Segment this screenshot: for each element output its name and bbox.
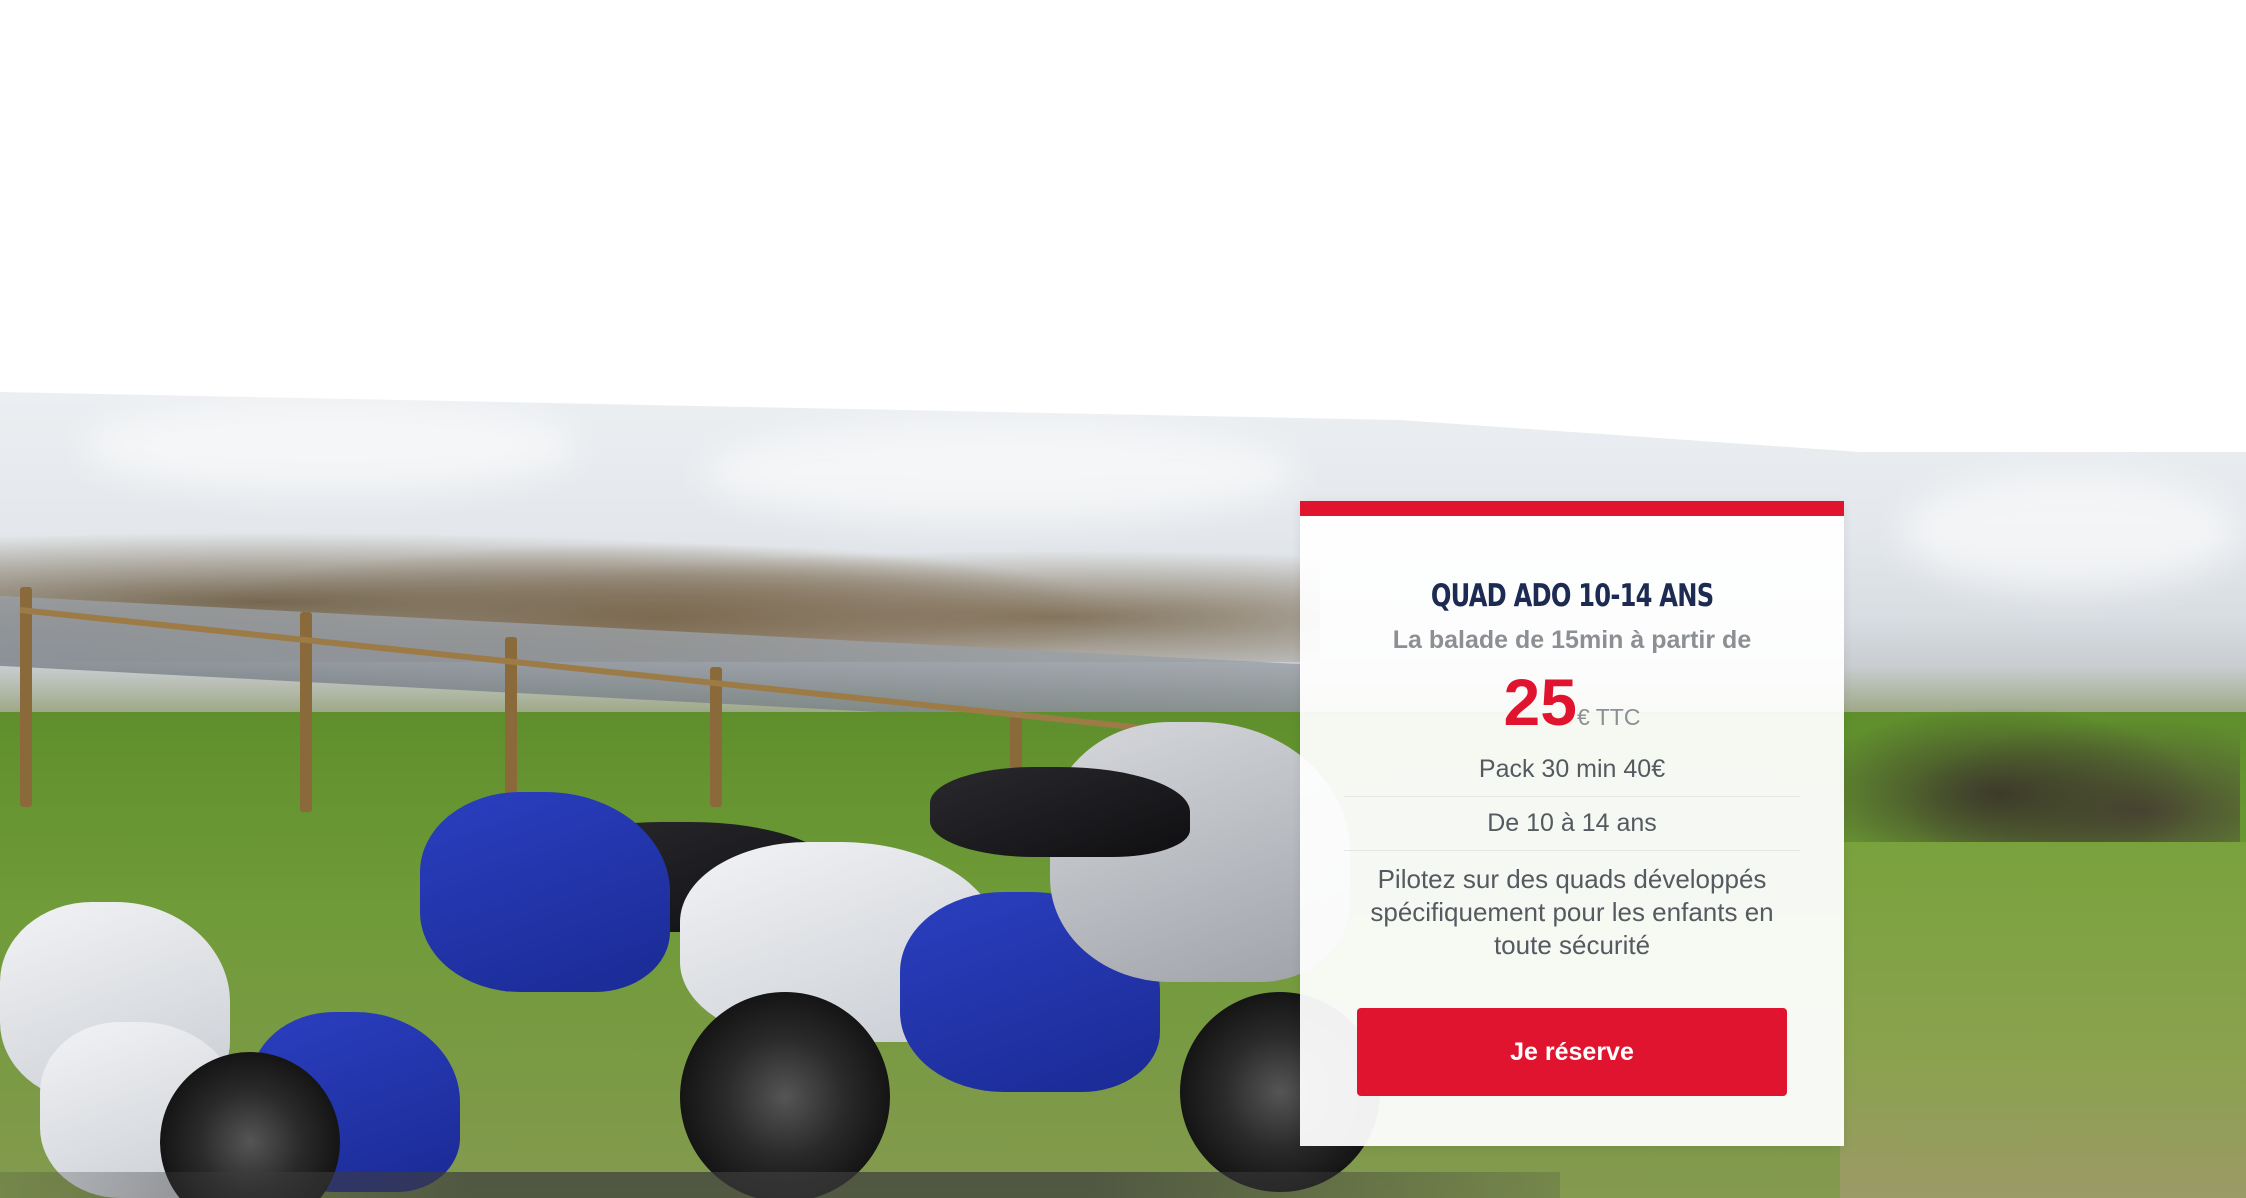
price-unit: € TTC <box>1576 704 1641 730</box>
offer-subtitle: La balade de 15min à partir de <box>1392 626 1752 654</box>
quad-wheel <box>680 992 890 1198</box>
offer-card: QUAD ADO 10-14 ANS La balade de 15min à … <box>1300 501 1844 1146</box>
hero-photo-quad-bikes <box>0 392 2246 1198</box>
offer-description: Pilotez sur des quads développés spécifi… <box>1344 850 1800 962</box>
offer-title: QUAD ADO 10-14 ANS <box>1430 578 1714 614</box>
cloud <box>700 422 1300 522</box>
detail-age: De 10 à 14 ans <box>1344 796 1800 850</box>
cloud <box>1900 472 2240 592</box>
photo-bottom-shadow <box>0 1172 1560 1198</box>
detail-pack: Pack 30 min 40€ <box>1478 755 1666 783</box>
fence-post <box>20 587 32 807</box>
fence-post <box>710 667 722 807</box>
treeline-right <box>1840 692 2240 862</box>
page: QUAD ADO 10-14 ANS La balade de 15min à … <box>0 0 2246 1198</box>
book-button[interactable]: Je réserve <box>1357 1008 1787 1096</box>
card-accent-bar <box>1300 501 1844 516</box>
quad-right-seat <box>930 767 1190 857</box>
quad-center-rear-fender <box>420 792 670 992</box>
price: 25€ TTC <box>1300 669 1844 735</box>
grass-hill <box>1840 842 2246 1198</box>
cloud <box>80 402 580 492</box>
price-value: 25 <box>1503 665 1577 739</box>
